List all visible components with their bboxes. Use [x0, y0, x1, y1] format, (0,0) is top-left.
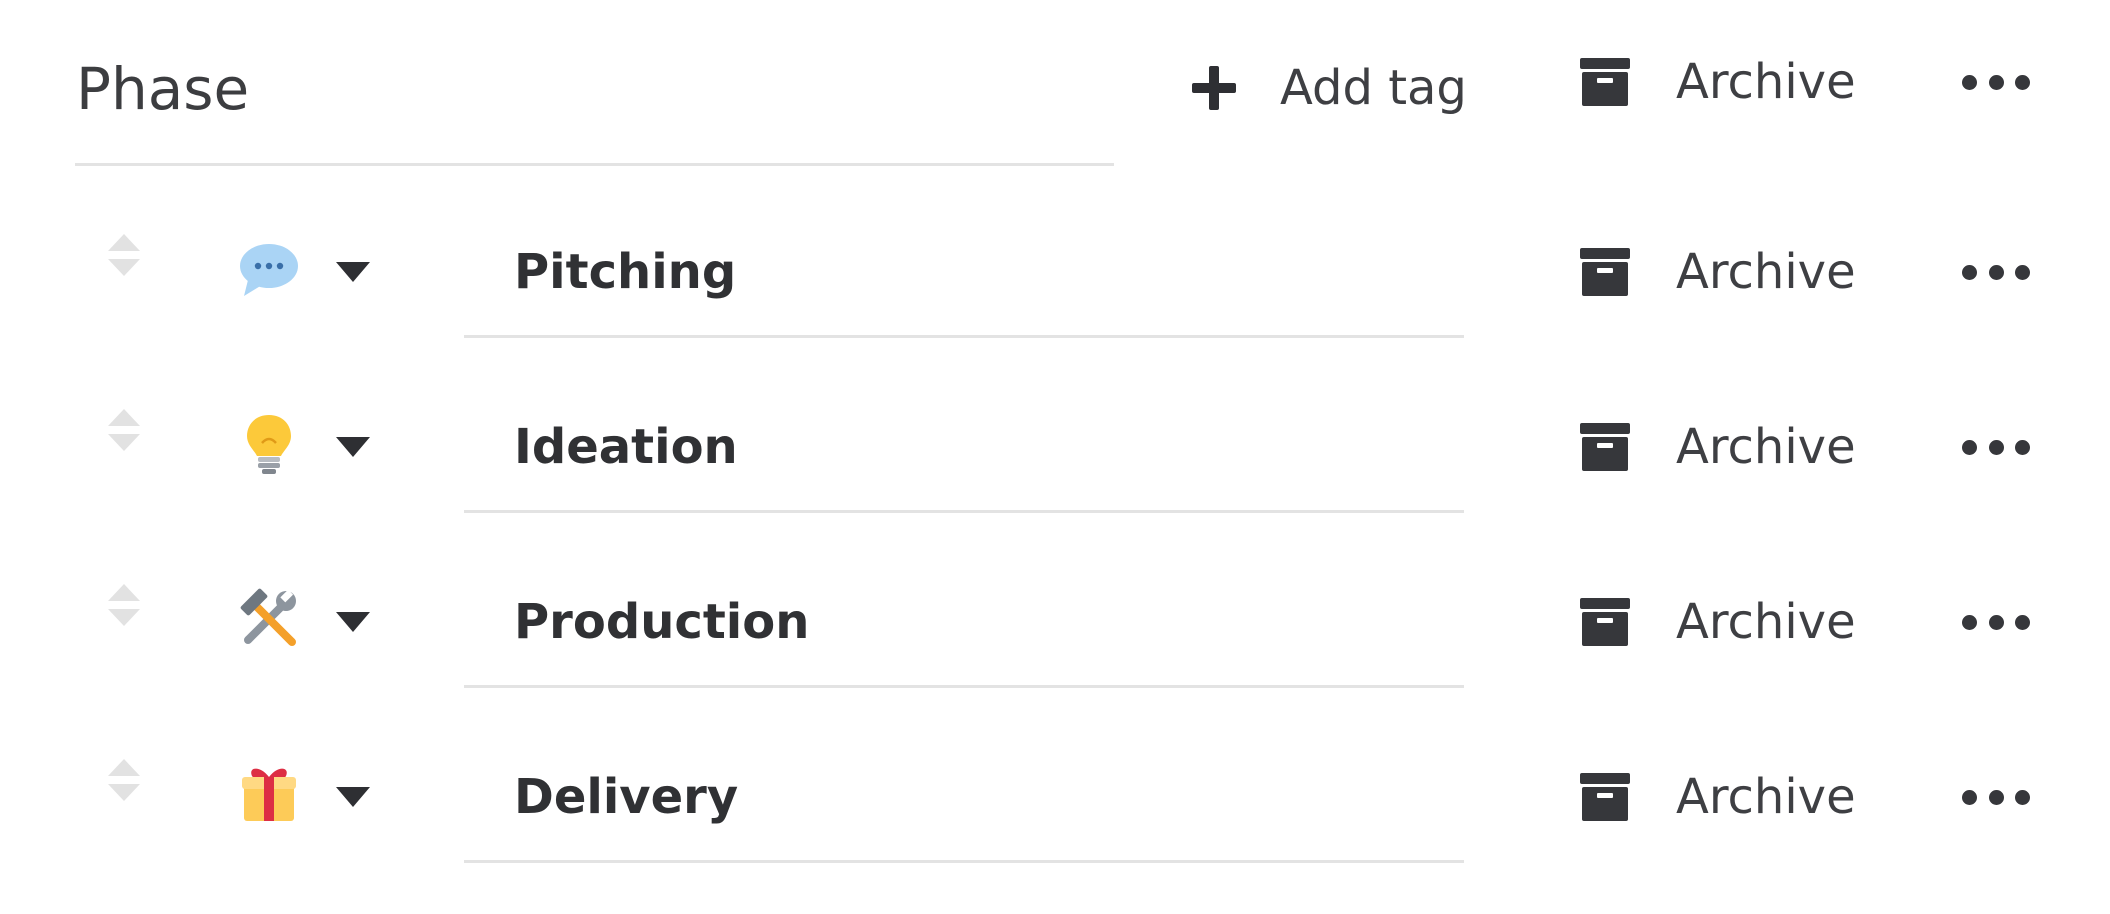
more-options-button[interactable] [1962, 252, 2030, 292]
archive-box-icon [1580, 423, 1630, 471]
add-tag-label: Add tag [1280, 60, 1467, 116]
archive-button[interactable]: Archive [1580, 586, 1856, 658]
hammer-and-wrench-icon[interactable] [238, 588, 300, 650]
more-dot [1962, 74, 1977, 90]
tag-name-underline [464, 685, 1464, 688]
archive-label: Archive [1676, 244, 1856, 300]
archive-box-icon [1580, 248, 1630, 296]
more-dot [2015, 74, 2030, 90]
light-bulb-icon[interactable] [238, 413, 300, 475]
archive-label: Archive [1676, 769, 1856, 825]
drag-handle-icon[interactable] [106, 407, 142, 453]
tag-name-underline [464, 335, 1464, 338]
more-dot [1988, 439, 2004, 455]
archive-label: Archive [1676, 594, 1856, 650]
tag-name-underline [464, 860, 1464, 863]
archive-button[interactable]: Archive [1580, 761, 1856, 833]
more-dot [2015, 614, 2030, 630]
more-dot [2015, 264, 2030, 280]
tag-name-input[interactable] [464, 757, 1464, 837]
archive-box-icon [1580, 773, 1630, 821]
more-dot [1988, 789, 2004, 805]
more-dot [1962, 264, 1977, 280]
more-dot [1962, 789, 1977, 805]
more-dot [1988, 614, 2004, 630]
chevron-down-icon[interactable] [334, 610, 372, 634]
more-dot [1962, 439, 1977, 455]
tag-name-underline [464, 510, 1464, 513]
archive-box-icon [1580, 598, 1630, 646]
archive-label: Archive [1676, 54, 1856, 110]
more-options-button[interactable] [1962, 777, 2030, 817]
more-options-button[interactable] [1962, 602, 2030, 642]
add-tag-button[interactable]: Add tag [1190, 52, 1467, 124]
archive-box-icon [1580, 58, 1630, 106]
more-dot [1988, 74, 2004, 90]
more-dot [2015, 789, 2030, 805]
tag-name-input[interactable] [464, 582, 1464, 662]
gift-icon[interactable] [238, 763, 300, 825]
archive-button[interactable]: Archive [1580, 411, 1856, 483]
plus-icon [1192, 66, 1236, 110]
group-title[interactable]: Phase [76, 54, 249, 124]
drag-handle-icon[interactable] [106, 582, 142, 628]
tag-name-input[interactable] [464, 232, 1464, 312]
archive-label: Archive [1676, 419, 1856, 475]
drag-handle-icon[interactable] [106, 232, 142, 278]
chevron-down-icon[interactable] [334, 260, 372, 284]
more-dot [1988, 264, 2004, 280]
more-dot [1962, 614, 1977, 630]
tag-name-input[interactable] [464, 407, 1464, 487]
speech-bubble-icon[interactable] [238, 238, 300, 300]
group-title-underline [75, 163, 1114, 166]
group-more-options-button[interactable] [1962, 62, 2030, 102]
drag-handle-icon[interactable] [106, 757, 142, 803]
archive-group-button[interactable]: Archive [1580, 46, 1856, 118]
more-options-button[interactable] [1962, 427, 2030, 467]
archive-button[interactable]: Archive [1580, 236, 1856, 308]
more-dot [2015, 439, 2030, 455]
chevron-down-icon[interactable] [334, 435, 372, 459]
chevron-down-icon[interactable] [334, 785, 372, 809]
